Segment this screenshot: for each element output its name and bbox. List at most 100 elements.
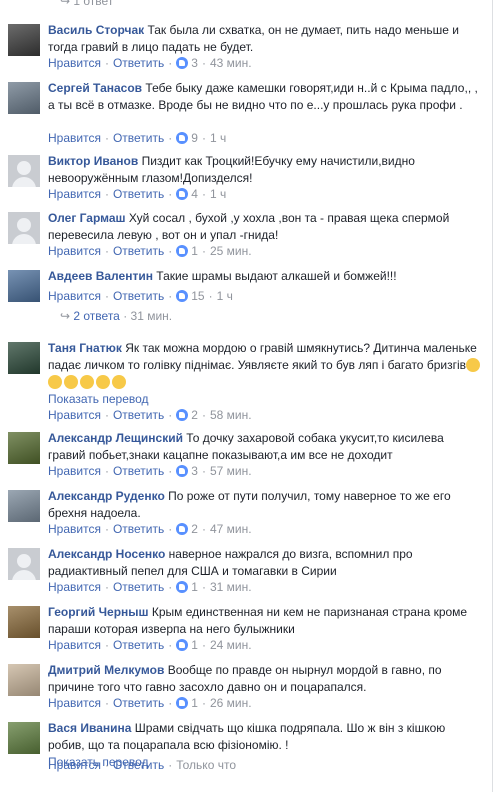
like-link[interactable]: Нравится	[48, 131, 101, 145]
comment-time[interactable]: 24 мин.	[210, 638, 252, 652]
like-count[interactable]: 2	[191, 522, 198, 536]
commenter-name[interactable]: Дмитрий Мелкумов	[48, 663, 164, 677]
like-link[interactable]: Нравится	[48, 187, 101, 201]
like-count-icon[interactable]	[176, 290, 189, 302]
commenter-name[interactable]: Вася Иванина	[48, 721, 131, 735]
commenter-name[interactable]: Таня Гнатюк	[48, 341, 122, 355]
like-link[interactable]: Нравится	[48, 522, 101, 536]
avatar[interactable]	[8, 548, 40, 580]
comment-time[interactable]: 57 мин.	[210, 464, 252, 478]
like-link[interactable]: Нравится	[48, 758, 101, 772]
reply-link[interactable]: Ответить	[113, 696, 164, 710]
comment-actions: Нравится · Ответить · 3 · 57 мин.	[48, 464, 252, 478]
commenter-name[interactable]: Александр Носенко	[48, 547, 165, 561]
avatar[interactable]	[8, 24, 40, 56]
previous-replies-hint[interactable]: ↪ 1 ответ	[60, 0, 113, 8]
separator: ·	[104, 244, 109, 258]
avatar[interactable]	[8, 664, 40, 696]
like-link[interactable]: Нравится	[48, 464, 101, 478]
like-count-icon[interactable]	[176, 639, 189, 651]
comment-item: Василь Сторчак Так была ли схватка, он н…	[0, 22, 492, 82]
avatar[interactable]	[8, 490, 40, 522]
avatar[interactable]	[8, 82, 40, 114]
like-count-icon[interactable]	[176, 132, 189, 144]
separator: ·	[201, 131, 206, 145]
like-count[interactable]: 15	[191, 289, 204, 303]
comment-time[interactable]: 26 мин.	[210, 696, 252, 710]
like-count-icon[interactable]	[176, 697, 189, 709]
like-count-icon[interactable]	[176, 57, 189, 69]
separator: ·	[201, 187, 206, 201]
comment-time[interactable]: 1 ч	[210, 131, 226, 145]
comment-time[interactable]: 1 ч	[217, 289, 233, 303]
like-link[interactable]: Нравится	[48, 638, 101, 652]
comment-time[interactable]: 58 мин.	[210, 408, 252, 422]
reply-link[interactable]: Ответить	[113, 289, 164, 303]
avatar[interactable]	[8, 270, 40, 302]
reply-link[interactable]: Ответить	[113, 187, 164, 201]
commenter-name[interactable]: Сергей Танасов	[48, 81, 142, 95]
like-link[interactable]: Нравится	[48, 408, 101, 422]
like-count[interactable]: 4	[191, 187, 198, 201]
avatar[interactable]	[8, 155, 40, 187]
like-count-icon[interactable]	[176, 409, 189, 421]
reply-link[interactable]: Ответить	[113, 638, 164, 652]
like-count[interactable]: 1	[191, 244, 198, 258]
separator: ·	[168, 244, 173, 258]
reply-link[interactable]: Ответить	[113, 522, 164, 536]
like-count[interactable]: 1	[191, 580, 198, 594]
like-count[interactable]: 1	[191, 638, 198, 652]
like-count-icon[interactable]	[176, 581, 189, 593]
comment-time[interactable]: 31 мин.	[210, 580, 252, 594]
reply-link[interactable]: Ответить	[113, 758, 164, 772]
like-count-icon[interactable]	[176, 523, 189, 535]
separator: ·	[201, 522, 206, 536]
reply-link[interactable]: Ответить	[113, 580, 164, 594]
comment-time[interactable]: 43 мин.	[210, 56, 252, 70]
commenter-name[interactable]: Виктор Иванов	[48, 154, 138, 168]
laughing-emoji-icon	[112, 375, 126, 389]
comment-time[interactable]: Только что	[176, 758, 236, 772]
reply-link[interactable]: Ответить	[113, 56, 164, 70]
replies-count[interactable]: 2 ответа	[73, 309, 119, 323]
commenter-name[interactable]: Олег Гармаш	[48, 211, 126, 225]
comment-time[interactable]: 47 мин.	[210, 522, 252, 536]
like-link[interactable]: Нравится	[48, 56, 101, 70]
avatar[interactable]	[8, 342, 40, 374]
like-count[interactable]: 9	[191, 131, 198, 145]
like-count[interactable]: 2	[191, 408, 198, 422]
commenter-name[interactable]: Василь Сторчак	[48, 23, 144, 37]
like-link[interactable]: Нравится	[48, 289, 101, 303]
commenter-name[interactable]: Александр Руденко	[48, 489, 165, 503]
like-count[interactable]: 3	[191, 464, 198, 478]
show-translation-link[interactable]: Показать перевод	[48, 392, 149, 406]
like-count-icon[interactable]	[176, 188, 189, 200]
comment-time[interactable]: 25 мин.	[210, 244, 252, 258]
comment-item: Сергей Танасов Тебе быку даже камешки го…	[0, 80, 492, 145]
like-count-icon[interactable]	[176, 245, 189, 257]
reply-link[interactable]: Ответить	[113, 244, 164, 258]
like-link[interactable]: Нравится	[48, 580, 101, 594]
avatar[interactable]	[8, 432, 40, 464]
replies-link[interactable]: ↪ 2 ответа · 31 мин.	[60, 309, 172, 323]
like-link[interactable]: Нравится	[48, 244, 101, 258]
commenter-name[interactable]: Георгий Черныш	[48, 605, 149, 619]
avatar-photo	[8, 722, 40, 754]
reply-link[interactable]: Ответить	[113, 131, 164, 145]
commenter-name[interactable]: Авдеев Валентин	[48, 269, 153, 283]
comment-text: Такие шрамы выдают алкашей и бомжей!!!	[156, 269, 397, 283]
avatar[interactable]	[8, 722, 40, 754]
like-count[interactable]: 3	[191, 56, 198, 70]
comment-item: Таня Гнатюк Як так можна мордою о гравій…	[0, 340, 492, 422]
comment-actions: Нравится · Ответить · 1 · 26 мин.	[48, 696, 252, 710]
reply-link[interactable]: Ответить	[113, 464, 164, 478]
like-link[interactable]: Нравится	[48, 696, 101, 710]
comment-time[interactable]: 1 ч	[210, 187, 226, 201]
like-count[interactable]: 1	[191, 696, 198, 710]
reply-link[interactable]: Ответить	[113, 408, 164, 422]
commenter-name[interactable]: Александр Лещинский	[48, 431, 183, 445]
avatar[interactable]	[8, 606, 40, 638]
like-count-icon[interactable]	[176, 465, 189, 477]
comment-actions: Нравится · Ответить · 2 · 58 мин.	[48, 408, 252, 422]
avatar[interactable]	[8, 212, 40, 244]
